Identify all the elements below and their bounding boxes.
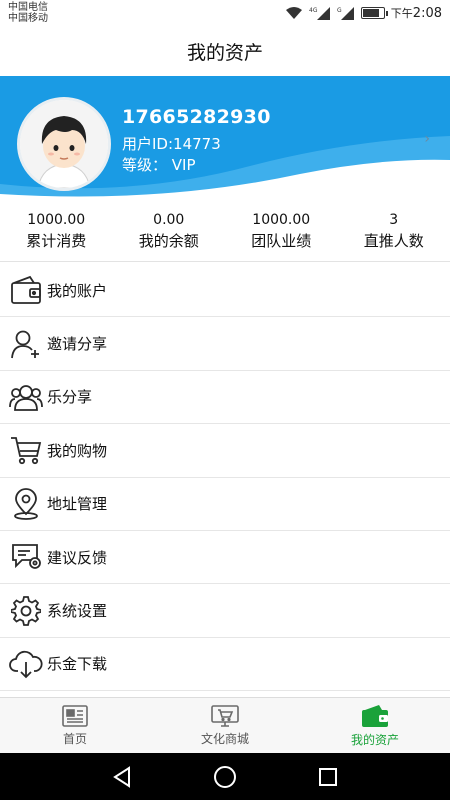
menu-item-label: 乐分享 (47, 388, 93, 407)
menu-item-label: 地址管理 (47, 495, 108, 514)
feedback-icon (9, 540, 43, 574)
menu-item-settings[interactable]: 系统设置 (0, 584, 450, 638)
stat-value: 1000.00 (252, 211, 311, 228)
menu-item-label: 邀请分享 (47, 335, 108, 354)
location-pin-icon (9, 487, 43, 521)
tab-my-assets[interactable]: 我的资产 (300, 698, 450, 753)
user-level: 等级： VIP (122, 156, 196, 174)
menu-item-my-shopping[interactable]: 我的购物 (0, 424, 450, 478)
bottom-tab-bar: 首页 文化商城 我的资产 (0, 697, 450, 753)
system-nav-bar (0, 753, 450, 800)
stat-team-performance[interactable]: 1000.00 团队业绩 (225, 200, 338, 261)
menu-item-address[interactable]: 地址管理 (0, 477, 450, 531)
battery-fill (362, 9, 379, 17)
user-phone: 17665282930 (122, 106, 271, 128)
menu-item-le-share[interactable]: 乐分享 (0, 370, 450, 425)
tab-label: 文化商城 (200, 731, 249, 746)
title-bar: 我的资产 (0, 26, 450, 76)
tab-home[interactable]: 首页 (0, 698, 150, 753)
menu-item-label: 我的账户 (47, 281, 108, 300)
network-2-label: G (337, 7, 342, 14)
status-bar: 中国电信 中国移动 4G G 下午2:08 (0, 0, 450, 26)
menu-item-invite-share[interactable]: 邀请分享 (0, 317, 450, 371)
menu-item-label: 系统设置 (47, 602, 108, 621)
cloud-download-icon (9, 647, 43, 681)
menu-list: 我的账户 邀请分享 乐分享 我的购物 地址管理 建议反馈 系统设置 乐金下载 (0, 264, 450, 692)
recents-square-icon (319, 767, 338, 786)
user-id: 用户ID:14773 (122, 135, 221, 153)
profile-header[interactable]: 17665282930 用户ID:14773 等级： VIP › (0, 76, 450, 200)
menu-item-label: 乐金下载 (47, 655, 108, 674)
clock-period: 下午 (390, 7, 413, 20)
clock-time: 2:08 (412, 6, 442, 21)
cart-icon (9, 433, 43, 467)
recents-button[interactable] (313, 762, 343, 792)
page-title: 我的资产 (186, 41, 263, 64)
carrier-info: 中国电信 中国移动 (8, 2, 48, 24)
menu-item-feedback[interactable]: 建议反馈 (0, 530, 450, 585)
gear-icon (9, 594, 43, 628)
stat-label: 累计消费 (26, 231, 87, 250)
carrier-1: 中国电信 (8, 2, 48, 13)
wallet-icon (9, 273, 43, 307)
battery-icon (360, 7, 388, 19)
tab-culture-mall[interactable]: 文化商城 (150, 698, 300, 753)
stat-balance[interactable]: 0.00 我的余额 (113, 200, 226, 261)
stat-label: 团队业绩 (251, 231, 312, 250)
menu-item-my-account[interactable]: 我的账户 (0, 264, 450, 318)
boy-avatar-icon (20, 100, 108, 188)
menu-item-label: 我的购物 (47, 441, 108, 460)
home-button[interactable] (210, 762, 240, 792)
stat-value: 3 (389, 211, 399, 228)
carrier-2: 中国移动 (8, 13, 48, 24)
stat-label: 我的余额 (138, 231, 199, 250)
newspaper-icon (62, 704, 88, 727)
stat-label: 直推人数 (363, 231, 424, 250)
network-1-label: 4G (309, 7, 318, 14)
wifi-icon (285, 7, 302, 19)
signal-1-icon: 4G (309, 7, 330, 20)
wallet-icon (362, 704, 388, 727)
tab-label: 首页 (62, 731, 87, 746)
stats-row: 1000.00 累计消费 0.00 我的余额 1000.00 团队业绩 3 直推… (0, 200, 450, 262)
back-triangle-icon (112, 765, 130, 788)
stat-total-spend[interactable]: 1000.00 累计消费 (0, 200, 113, 261)
home-circle-icon (213, 765, 236, 788)
shop-monitor-icon (211, 704, 239, 727)
stat-direct-referrals[interactable]: 3 直推人数 (338, 200, 450, 261)
menu-item-download[interactable]: 乐金下载 (0, 637, 450, 692)
back-button[interactable] (107, 762, 137, 792)
menu-item-label: 建议反馈 (47, 548, 108, 567)
tab-label: 我的资产 (350, 732, 399, 747)
stat-value: 0.00 (153, 211, 185, 228)
chevron-right-icon[interactable]: › (424, 131, 430, 147)
status-icons: 4G G 下午2:08 (285, 5, 442, 21)
clock: 下午2:08 (391, 5, 442, 21)
stat-value: 1000.00 (27, 211, 86, 228)
group-icon (9, 380, 43, 414)
add-user-icon (9, 327, 43, 361)
avatar[interactable] (17, 97, 111, 191)
signal-2-icon: G (337, 7, 354, 20)
